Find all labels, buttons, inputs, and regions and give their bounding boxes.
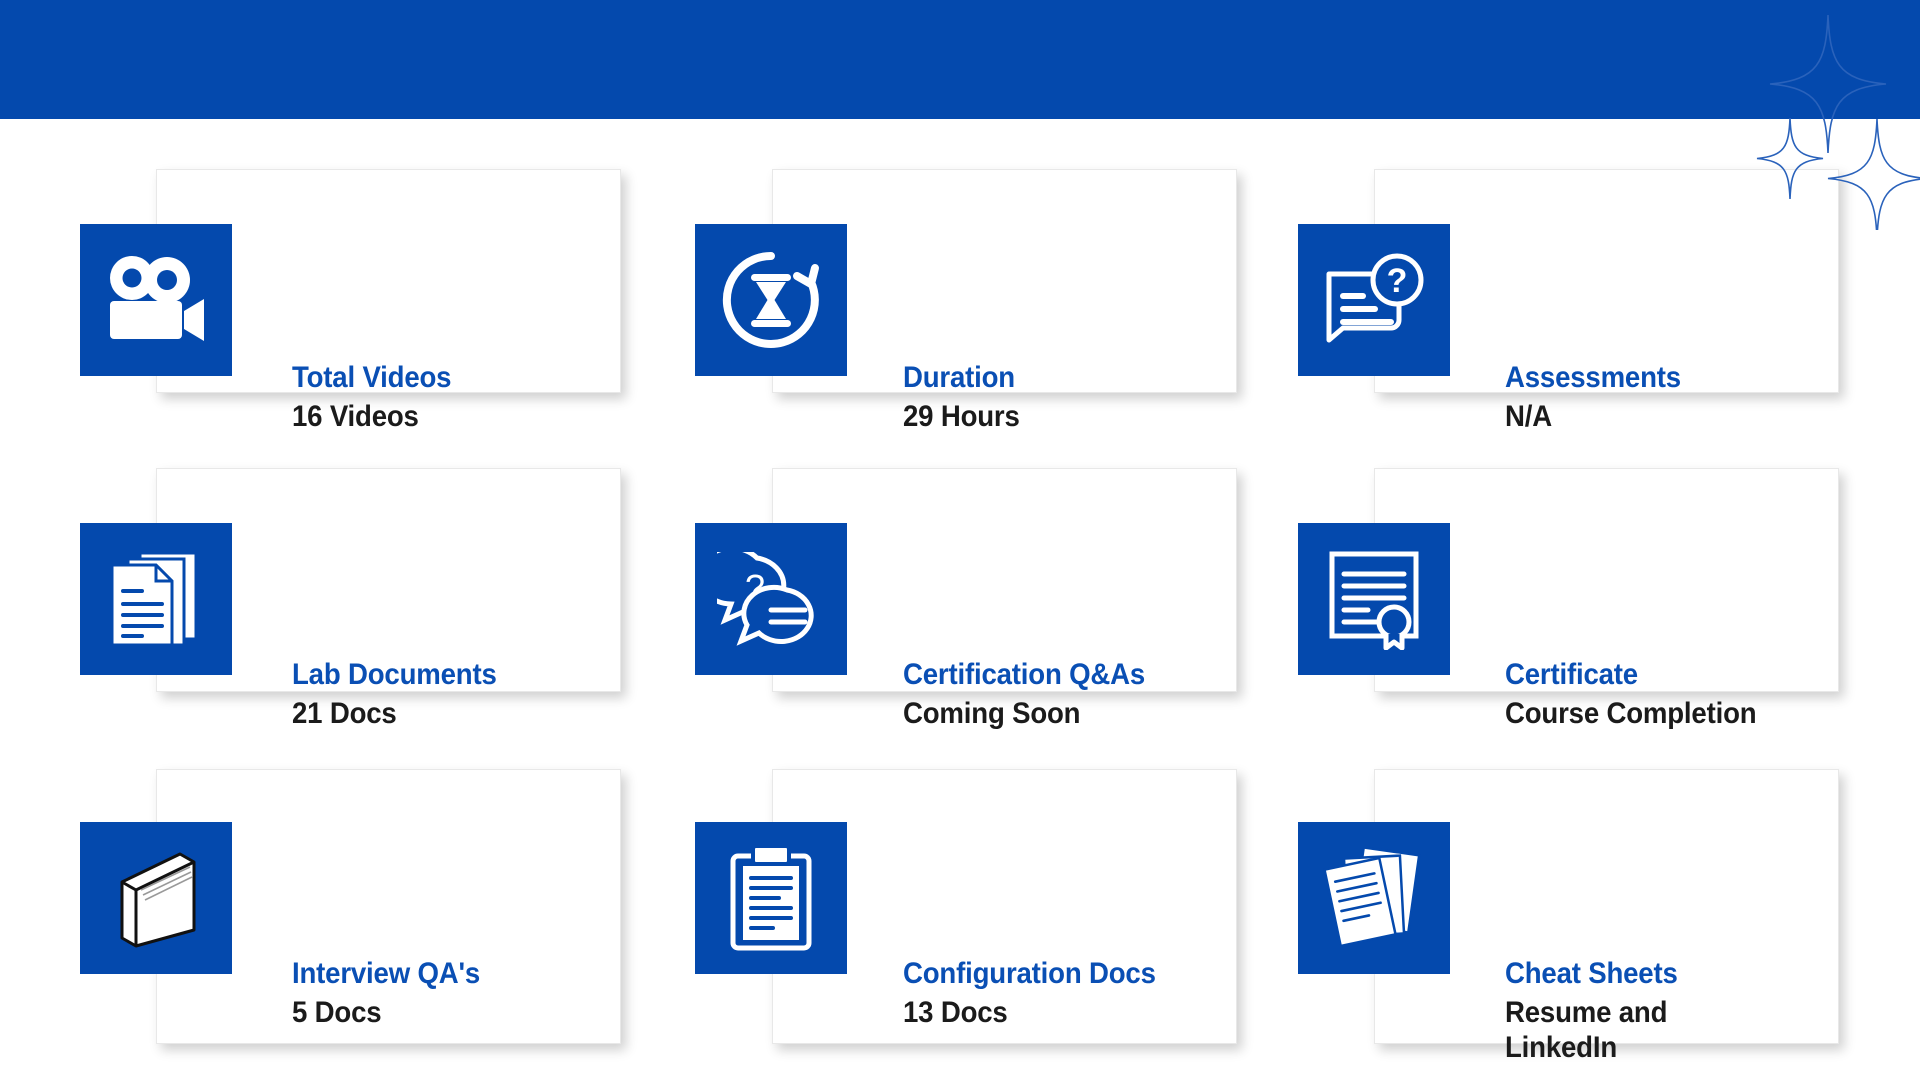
feature-value-line: 5 Docs: [292, 996, 382, 1030]
feature-value-line: N/A: [1505, 400, 1552, 434]
feature-card-text: Total Videos 16 Videos: [292, 359, 602, 435]
feature-value: 21 Docs: [292, 697, 577, 732]
slide-canvas: Course Features: [0, 0, 1920, 1080]
feature-card-text: Certificate Course Completion: [1505, 656, 1835, 732]
feature-card-text: Configuration Docs 13 Docs: [903, 955, 1223, 1031]
feature-title: Certificate: [1505, 658, 1638, 691]
feature-value-line: 29 Hours: [903, 400, 1020, 434]
feature-title: Total Videos: [292, 361, 452, 394]
document-question-icon: ?: [1298, 224, 1450, 376]
stacked-documents-icon: [80, 523, 232, 675]
feature-title: Configuration Docs: [903, 957, 1156, 990]
feature-card-text: Certification Q&As Coming Soon: [903, 656, 1223, 732]
header-band: [0, 0, 1920, 119]
feature-value: N/A: [1505, 400, 1809, 435]
clipboard-icon: [695, 822, 847, 974]
feature-title: Cheat Sheets: [1505, 957, 1678, 990]
feature-value-line: Resume and: [1505, 996, 1668, 1030]
feature-value-line: Course Completion: [1505, 697, 1757, 731]
feature-title: Duration: [903, 361, 1015, 394]
feature-value: Resume and LinkedIn: [1505, 996, 1809, 1066]
feature-value: Course Completion: [1505, 697, 1809, 732]
hourglass-clock-icon: [695, 224, 847, 376]
features-grid: ? ? Total Videos 16 Videos Duration 29 H…: [0, 119, 1920, 1080]
certificate-seal-icon: [1298, 523, 1450, 675]
feature-value-line: 16 Videos: [292, 400, 419, 434]
feature-card-text: Lab Documents 21 Docs: [292, 656, 602, 732]
paper-sheets-icon: [1298, 822, 1450, 974]
book-icon: [80, 822, 232, 974]
chat-bubbles-question-icon: ?: [695, 523, 847, 675]
svg-text:?: ?: [1387, 262, 1408, 300]
feature-value: 13 Docs: [903, 996, 1197, 1031]
feature-value-line: Coming Soon: [903, 697, 1081, 731]
feature-value-line: LinkedIn: [1505, 1030, 1618, 1064]
feature-card-text: Interview QA's 5 Docs: [292, 955, 602, 1031]
feature-title: Certification Q&As: [903, 658, 1146, 691]
feature-value: 5 Docs: [292, 996, 577, 1031]
feature-value: Coming Soon: [903, 697, 1197, 732]
feature-card-text: Duration 29 Hours: [903, 359, 1223, 435]
feature-value-line: 13 Docs: [903, 996, 1008, 1030]
feature-value: 29 Hours: [903, 400, 1197, 435]
feature-card-text: Assessments N/A: [1505, 359, 1835, 435]
feature-title: Lab Documents: [292, 658, 497, 691]
feature-card-text: Cheat Sheets Resume and LinkedIn: [1505, 955, 1835, 1066]
feature-value: 16 Videos: [292, 400, 577, 435]
feature-value-line: 21 Docs: [292, 697, 397, 731]
feature-title: Interview QA's: [292, 957, 481, 990]
feature-title: Assessments: [1505, 361, 1681, 394]
video-camera-icon: [80, 224, 232, 376]
